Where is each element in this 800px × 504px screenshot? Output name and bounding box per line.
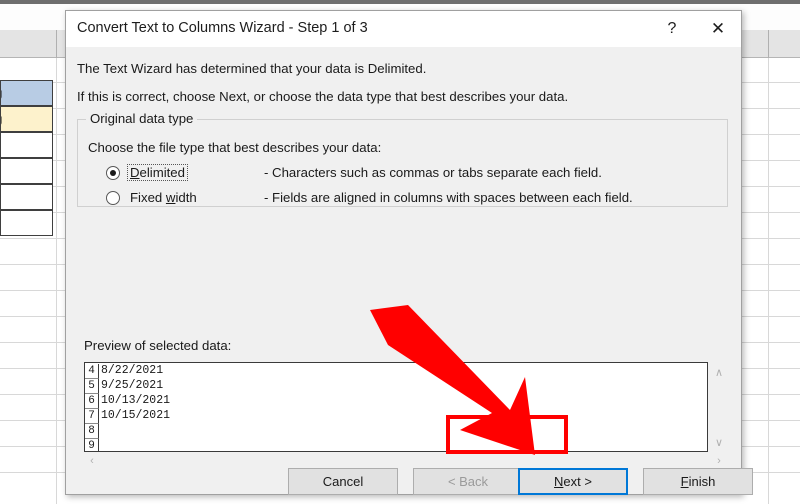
excel-cell-text: g [1,113,2,125]
accel-char: N [554,474,564,489]
convert-text-to-columns-dialog: Convert Text to Columns Wizard - Step 1 … [65,10,753,495]
excel-cell-empty[interactable] [0,158,53,184]
radio-label-pre: Fixed [130,190,166,205]
excel-cell-empty[interactable] [0,210,53,236]
dialog-title: Convert Text to Columns Wizard - Step 1 … [77,20,368,36]
excel-column-separator [56,30,57,58]
help-icon[interactable]: ? [649,11,695,47]
radio-description-fixed-width: - Fields are aligned in columns with spa… [264,190,633,205]
preview-pane[interactable]: 4 8/22/2021 5 9/25/2021 6 10/13/2021 7 10/15… [84,362,708,452]
preview-row-number: 6 [85,394,99,409]
excel-cell-empty[interactable] [0,184,53,210]
back-button[interactable]: < Back [413,468,523,495]
preview-row-value: 10/13/2021 [101,394,171,407]
radio-button-selected-icon[interactable] [106,166,120,180]
excel-cell-highlighted-blue[interactable]: g [0,80,53,106]
preview-row: 5 9/25/2021 [85,378,707,394]
preview-row: 8 [85,423,707,439]
scroll-up-icon[interactable]: ∧ [711,364,727,380]
wizard-description-line-1: The Text Wizard has determined that your… [77,61,427,76]
dialog-body: The Text Wizard has determined that your… [66,47,753,495]
preview-row-value: 8/22/2021 [101,364,164,377]
preview-row-value: 10/15/2021 [101,409,171,422]
preview-row-number: 8 [85,424,99,439]
finish-label-rest: inish [688,474,716,489]
preview-row-number: 7 [85,409,99,424]
radio-label-rest: elimited [139,165,185,180]
excel-cell-highlighted-cream[interactable]: g [0,106,53,132]
file-type-instruction: Choose the file type that best describes… [88,140,382,155]
radio-label-fixed-width[interactable]: Fixed width [127,189,200,206]
radio-label-rest: idth [175,190,197,205]
cancel-button[interactable]: Cancel [288,468,398,495]
preview-row: 7 10/15/2021 [85,408,707,424]
preview-row: 6 10/13/2021 [85,393,707,409]
scroll-right-icon[interactable]: › [711,453,727,469]
excel-column-separator [768,30,769,58]
scroll-down-icon[interactable]: ∨ [711,434,727,450]
preview-row-number: 5 [85,379,99,394]
scroll-left-icon[interactable]: ‹ [84,453,100,469]
next-button-highlight-annotation [446,415,568,454]
dialog-title-bar: Convert Text to Columns Wizard - Step 1 … [66,11,741,47]
preview-horizontal-scrollbar[interactable]: ‹ › [84,453,727,469]
radio-description-delimited: - Characters such as commas or tabs sepa… [264,165,602,180]
radio-label-delimited[interactable]: Delimited [127,164,188,181]
excel-cell-empty[interactable] [0,132,53,158]
preview-row: 9 [85,438,707,451]
preview-vertical-scrollbar[interactable]: ∧ ∨ [711,362,727,452]
radio-button-unselected-icon[interactable] [106,191,120,205]
preview-row-number: 4 [85,364,99,379]
preview-row-value: 9/25/2021 [101,379,164,392]
accel-char: F [680,474,689,489]
preview-label: Preview of selected data: [84,338,232,353]
wizard-description-line-2: If this is correct, choose Next, or choo… [77,89,569,104]
next-label-rest: ext > [563,474,592,489]
accel-char: D [130,165,140,180]
next-button[interactable]: Next > [518,468,628,495]
screen: g g Convert Text to Columns Wizard - Ste… [0,0,800,504]
excel-cell-text: g [1,87,2,99]
close-icon[interactable]: ✕ [695,11,741,47]
original-data-type-label: Original data type [86,111,198,126]
preview-row: 4 8/22/2021 [85,363,707,379]
finish-button[interactable]: Finish [643,468,753,495]
preview-row-number: 9 [85,439,99,451]
